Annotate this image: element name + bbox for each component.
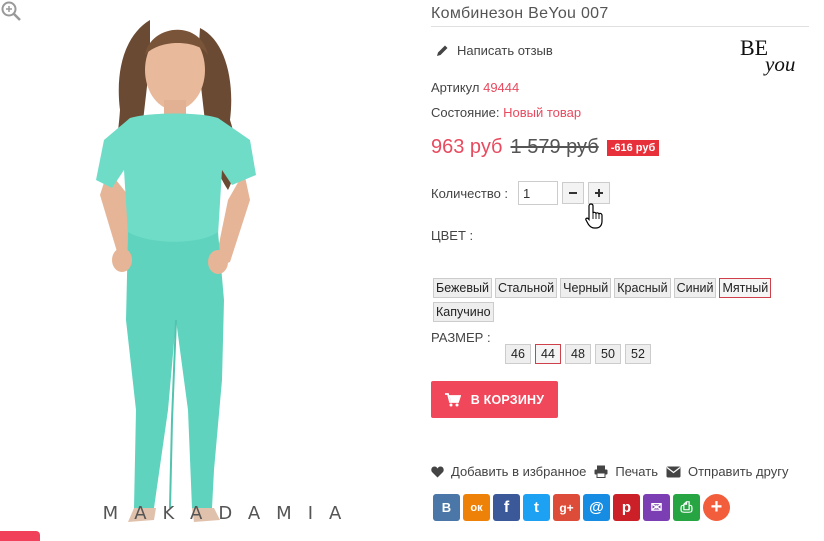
color-options: Бежевый Стальной Черный Красный Синий Мя… (433, 278, 773, 322)
social-share-bar: В ок f t g+ @ p ✉ ⎙ + (433, 494, 730, 521)
send-label: Отправить другу (687, 464, 789, 479)
product-info-panel: Комбинезон BeYou 007 Написать отзыв BE y… (431, 0, 811, 541)
zoom-icon[interactable] (0, 0, 22, 22)
pencil-icon (437, 45, 448, 56)
ok-icon[interactable]: ок (463, 494, 490, 521)
printer-icon (594, 465, 608, 478)
quantity-selector: Количество : (431, 181, 611, 205)
print-icon[interactable]: ⎙ (673, 494, 700, 521)
photo-watermark: MAKADAMIA (102, 503, 358, 524)
color-option[interactable]: Черный (560, 278, 612, 298)
quantity-label: Количество : (431, 185, 509, 201)
add-to-wishlist-link[interactable]: Добавить в избранное (431, 464, 586, 479)
cart-icon (444, 392, 461, 406)
sku-row: Артикул 49444 (431, 80, 519, 95)
hand-cursor-icon (585, 203, 603, 229)
color-option[interactable]: Бежевый (433, 278, 492, 298)
color-label: ЦВЕТ : (431, 228, 474, 243)
size-option[interactable]: 50 (595, 344, 621, 364)
quantity-increase-button[interactable] (588, 182, 611, 204)
write-review-link[interactable]: Написать отзыв (436, 43, 553, 58)
more-icon[interactable]: + (703, 494, 730, 521)
condition-value: Новый товар (503, 105, 582, 120)
color-option[interactable]: Синий (673, 278, 717, 298)
size-option[interactable]: 48 (565, 344, 591, 364)
size-option-selected[interactable]: 44 (535, 344, 561, 364)
corner-tab[interactable] (0, 531, 40, 541)
sku-value: 49444 (483, 80, 520, 95)
product-photo[interactable]: MAKADAMIA (0, 0, 380, 541)
product-photo-model (96, 20, 256, 522)
email-icon[interactable]: ✉ (643, 494, 670, 521)
brand-logo-be: BE (740, 35, 768, 60)
twitter-icon[interactable]: t (523, 494, 550, 521)
size-option[interactable]: 52 (625, 344, 651, 364)
size-options: 46 44 48 50 52 (505, 344, 651, 364)
quantity-input[interactable] (518, 181, 559, 205)
color-option[interactable]: Красный (614, 278, 671, 298)
heart-icon (431, 466, 444, 477)
color-option[interactable]: Капучино (433, 302, 494, 322)
send-to-friend-link[interactable]: Отправить другу (666, 464, 788, 479)
size-option[interactable]: 46 (505, 344, 531, 364)
brand-logo[interactable]: BE you (739, 33, 809, 81)
facebook-icon[interactable]: f (493, 494, 520, 521)
google-plus-icon[interactable]: g+ (553, 494, 580, 521)
price-block: 963 руб 1 579 руб -616 руб (431, 136, 660, 159)
price-current: 963 руб (431, 136, 503, 158)
title-divider (431, 26, 809, 27)
wishlist-label: Добавить в избранное (451, 464, 587, 479)
discount-badge: -616 руб (606, 139, 660, 156)
vk-icon[interactable]: В (433, 494, 460, 521)
write-review-label: Написать отзыв (457, 43, 553, 58)
plus-icon (595, 189, 604, 197)
color-option-selected[interactable]: Мятный (719, 278, 772, 298)
size-label: РАЗМЕР : (431, 330, 491, 345)
envelope-icon (666, 466, 681, 477)
price-old: 1 579 руб (510, 136, 599, 158)
condition-row: Состояние: Новый товар (431, 105, 581, 120)
print-label: Печать (615, 464, 658, 479)
print-link[interactable]: Печать (594, 464, 658, 479)
minus-icon (569, 192, 578, 194)
color-option[interactable]: Стальной (494, 278, 558, 298)
add-to-cart-button[interactable]: В КОРЗИНУ (431, 381, 558, 418)
mail-icon[interactable]: @ (583, 494, 610, 521)
pinterest-icon[interactable]: p (613, 494, 640, 521)
brand-logo-you: you (763, 52, 795, 76)
quantity-decrease-button[interactable] (562, 182, 585, 204)
product-title: Комбинезон BeYou 007 (431, 5, 609, 22)
sku-label: Артикул (431, 80, 480, 95)
product-actions: Добавить в избранное Печать Отправить др… (431, 464, 788, 479)
brand-logo-image: BE you (740, 35, 795, 76)
add-to-cart-label: В КОРЗИНУ (470, 392, 545, 407)
condition-label: Состояние: (431, 105, 500, 120)
